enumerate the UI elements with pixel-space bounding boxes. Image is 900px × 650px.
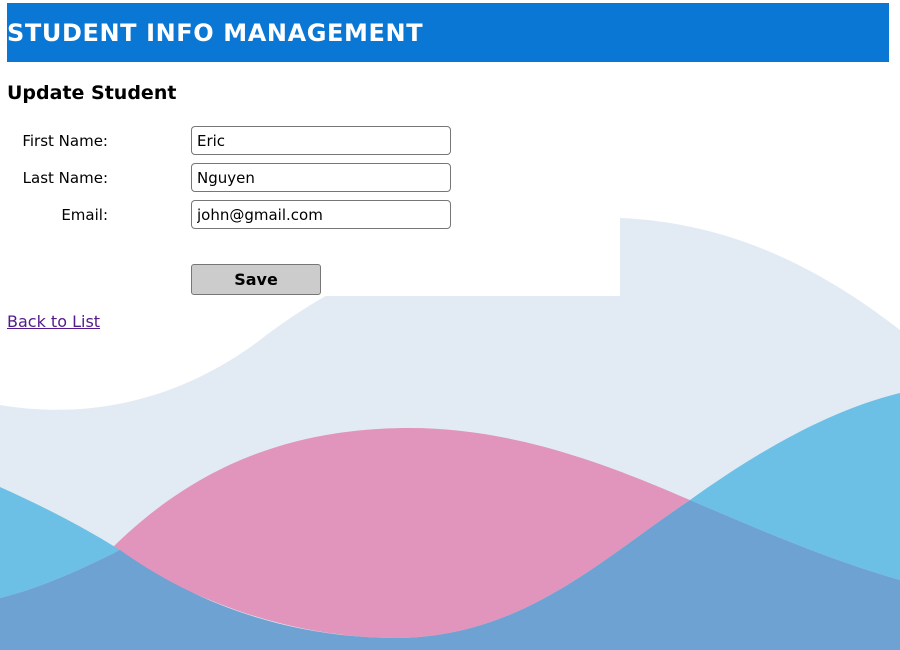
first-name-input[interactable] [191, 126, 451, 155]
save-button[interactable]: Save [191, 264, 321, 295]
header-bar: STUDENT INFO MANAGEMENT [7, 3, 889, 62]
page: STUDENT INFO MANAGEMENT Update Student F… [0, 0, 900, 650]
page-heading: Update Student [7, 82, 177, 104]
email-label: Email: [61, 206, 108, 224]
email-input[interactable] [191, 200, 451, 229]
first-name-label: First Name: [22, 132, 108, 150]
last-name-input[interactable] [191, 163, 451, 192]
back-to-list-link[interactable]: Back to List [7, 311, 100, 333]
last-name-label: Last Name: [22, 169, 108, 187]
app-title: STUDENT INFO MANAGEMENT [7, 19, 424, 47]
